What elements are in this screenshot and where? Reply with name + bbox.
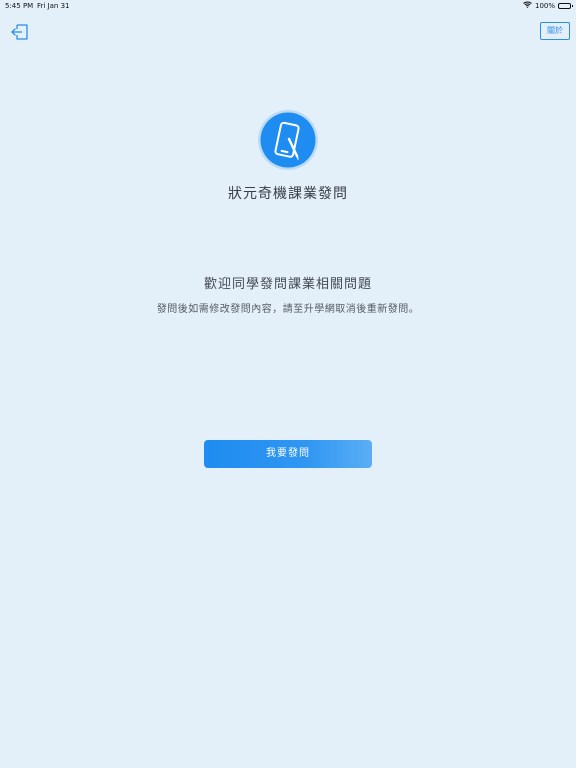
wifi-icon bbox=[523, 1, 532, 10]
about-button[interactable]: 關於 bbox=[540, 22, 570, 40]
ask-question-button[interactable]: 我要發問 bbox=[204, 440, 372, 468]
welcome-note: 發問後如需修改發問內容，請至升學網取消後重新發問。 bbox=[156, 304, 420, 315]
status-bar: 5:45 PM Fri Jan 31 100% bbox=[0, 0, 576, 12]
tablet-pen-icon bbox=[258, 110, 318, 170]
app-title: 狀元奇機課業發問 bbox=[228, 186, 348, 202]
status-indicators: 100% bbox=[523, 1, 573, 10]
status-date: Fri Jan 31 bbox=[37, 2, 70, 10]
battery-icon bbox=[558, 2, 573, 9]
welcome-title: 歡迎同學發問課業相關問題 bbox=[203, 277, 372, 292]
status-time: 5:45 PM bbox=[5, 2, 34, 10]
battery-text: 100% bbox=[534, 1, 555, 10]
app-logo bbox=[257, 109, 319, 171]
exit-icon bbox=[11, 24, 28, 40]
exit-button[interactable] bbox=[10, 22, 30, 42]
